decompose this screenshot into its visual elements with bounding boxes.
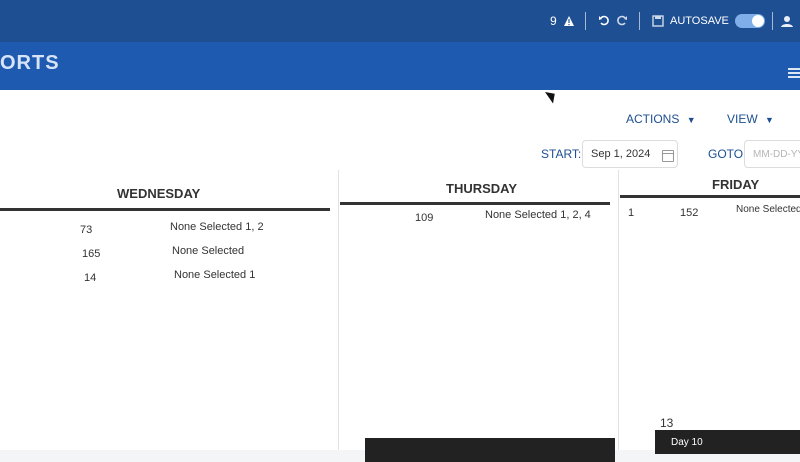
separator	[772, 12, 773, 30]
calendar-icon[interactable]	[662, 150, 674, 162]
undo-icon[interactable]	[598, 14, 610, 26]
user-icon	[781, 16, 793, 27]
history-controls	[598, 14, 628, 26]
item-number: 14	[84, 272, 97, 284]
item-number: 73	[80, 224, 93, 236]
actions-menu[interactable]: ACTIONS ▼	[626, 112, 696, 126]
goto-input[interactable]: MM-DD-YYY	[744, 140, 800, 168]
user-menu[interactable]	[780, 14, 794, 28]
alerts-count: 9	[550, 14, 557, 28]
item-number: 165	[82, 248, 101, 260]
redo-icon[interactable]	[616, 14, 628, 26]
item-text: None Selected 1, 2	[170, 221, 264, 233]
day-header: FRIDAY	[712, 177, 760, 192]
alerts-indicator[interactable]: 9	[550, 14, 575, 28]
item-text: None Selected 1,	[736, 204, 800, 215]
view-label: VIEW	[727, 112, 758, 126]
next-day-date: 13	[660, 416, 674, 430]
day-header: WEDNESDAY	[117, 186, 201, 201]
save-icon[interactable]	[652, 15, 664, 27]
day-header-rule	[340, 202, 610, 205]
day-header-rule	[620, 195, 800, 198]
item-number: 109	[415, 212, 434, 224]
item-text: None Selected	[172, 245, 245, 257]
start-label: START:	[541, 147, 582, 161]
separator	[639, 12, 640, 30]
autosave-controls: AUTOSAVE	[652, 14, 765, 28]
day-label-badge: Day 10	[655, 430, 800, 454]
view-menu[interactable]: VIEW ▼	[727, 112, 774, 126]
day-label-text: Day 10	[671, 436, 703, 448]
day-label-badge	[365, 438, 615, 462]
start-date-value: Sep 1, 2024	[591, 148, 651, 160]
item-index: 1	[628, 207, 635, 219]
top-app-bar: 9 AUTOSAVE	[0, 0, 800, 42]
title-bar: ORTS	[0, 42, 800, 90]
separator	[585, 12, 586, 30]
warning-icon	[563, 16, 574, 26]
autosave-toggle[interactable]	[734, 14, 765, 28]
goto-label: GOTO:	[708, 147, 747, 161]
item-text: None Selected 1, 2, 4	[485, 209, 591, 221]
actions-label: ACTIONS	[626, 112, 680, 126]
autosave-label: AUTOSAVE	[670, 15, 729, 27]
chevron-down-icon: ▼	[686, 115, 696, 125]
day-header: THURSDAY	[446, 181, 518, 196]
item-number: 152	[680, 207, 699, 219]
chevron-down-icon: ▼	[765, 115, 774, 125]
day-header-rule	[0, 208, 330, 211]
goto-placeholder: MM-DD-YYY	[753, 148, 800, 160]
hamburger-icon[interactable]	[788, 68, 800, 80]
day-column-wednesday	[0, 170, 334, 450]
item-text: None Selected 1	[174, 269, 256, 281]
page-title: ORTS	[0, 52, 60, 74]
